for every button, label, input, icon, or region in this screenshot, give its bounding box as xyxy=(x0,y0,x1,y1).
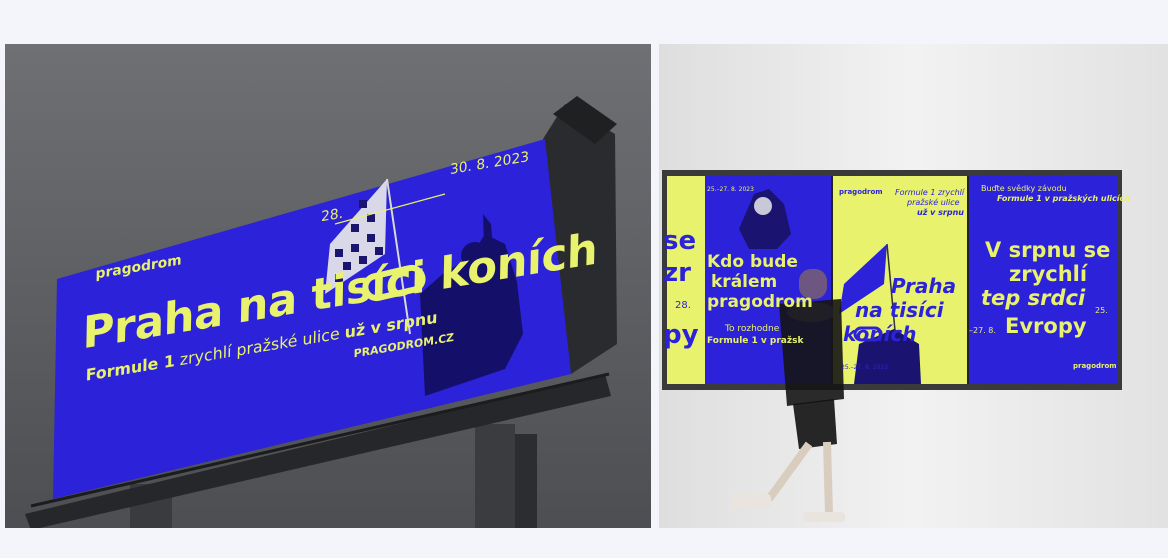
poster3-top3: už v srpnu xyxy=(917,208,964,217)
poster3-line3: koních xyxy=(843,322,917,346)
poster2-date: 25.–27. 8. 2023 xyxy=(707,186,754,193)
poster4-top2: Formule 1 v pražských ulicích xyxy=(997,194,1130,203)
poster2-foot2: Formule 1 v pražsk xyxy=(707,336,804,346)
poster3-line2: na tisíci xyxy=(855,298,944,322)
poster1-date: 28. xyxy=(675,300,691,311)
poster3-top1: Formule 1 zrychlí xyxy=(895,188,965,197)
poster2-line2: králem xyxy=(711,272,778,292)
poster1-line2: zr xyxy=(663,258,691,288)
poster3-top2: pražské ulice xyxy=(907,198,960,207)
poster4-line3: tep srdci xyxy=(981,286,1086,310)
poster2-line1: Kdo bude xyxy=(707,252,798,272)
poster2-foot1: To rozhodne xyxy=(725,324,780,334)
billboard-photo: pragodrom 28. 30. 8. 2023 Praha na tisíc… xyxy=(5,44,651,528)
poster4-top1: Buďte svědky závodu xyxy=(981,184,1067,193)
poster3-date: 25.–27. 8. 2023 xyxy=(841,364,888,371)
poster3-brand: pragodrom xyxy=(839,188,883,196)
poster4-brand: pragodrom xyxy=(1073,362,1117,370)
poster-wall-photo: ulicích se zr 28. py 25.–27. 8. 2023 Kdo… xyxy=(659,44,1168,528)
billboard-structure xyxy=(25,96,617,528)
poster2-line3: pragodrom xyxy=(707,292,813,312)
poster4-line1: V srpnu se xyxy=(985,238,1111,262)
poster4-line4: Evropy xyxy=(1005,314,1087,338)
poster4-date-start: 25. xyxy=(1095,306,1108,315)
poster4-line2: zrychlí xyxy=(1009,262,1088,286)
poster1-bottom: py xyxy=(663,320,699,350)
poster1-top: ulicích xyxy=(667,208,700,219)
poster1-line1: se xyxy=(663,226,697,256)
poster3-line1: Praha xyxy=(891,274,957,298)
poster4-date-end: –27. 8. xyxy=(969,326,996,335)
